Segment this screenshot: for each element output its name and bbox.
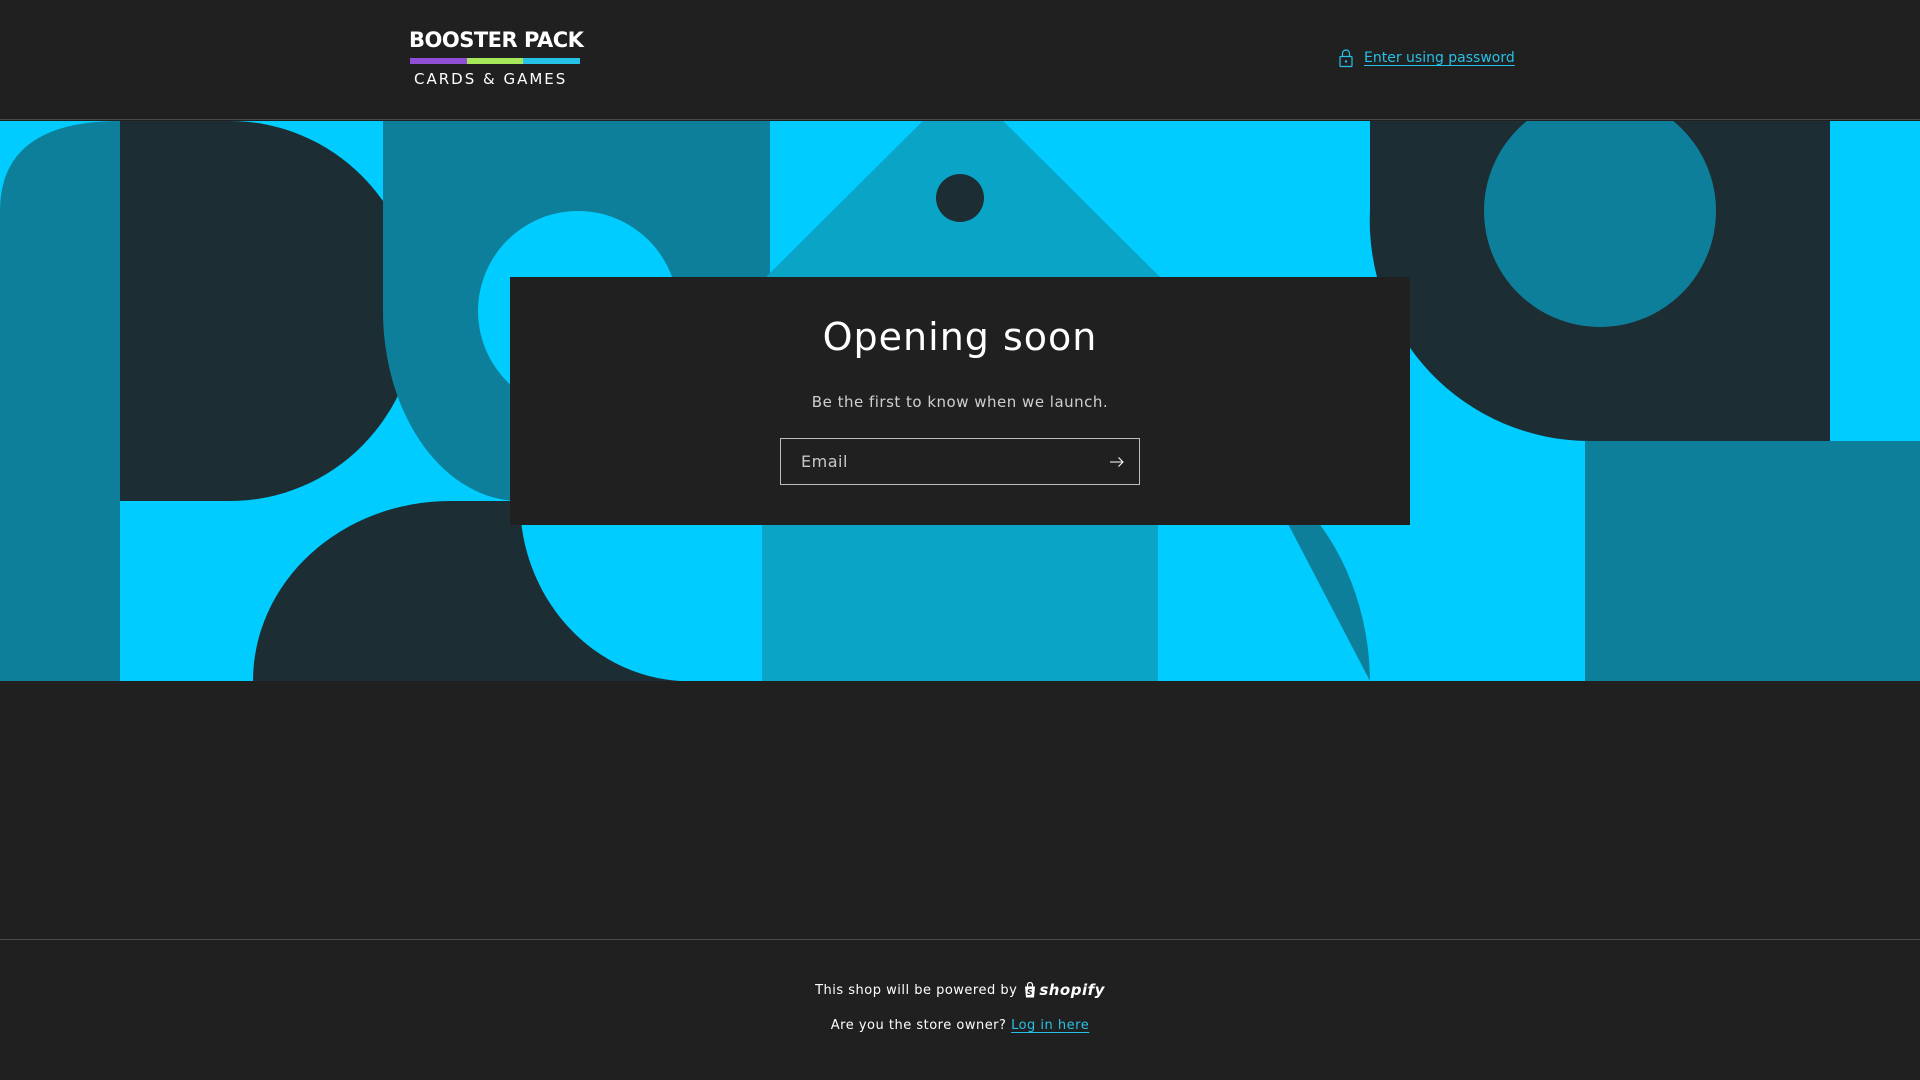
footer-divider [0, 939, 1920, 940]
subscribe-button[interactable] [1095, 439, 1139, 484]
banner-shape-right-rect [1585, 441, 1920, 681]
enter-using-password-link[interactable]: Enter using password [1338, 48, 1515, 68]
launch-subtitle: Be the first to know when we launch. [811, 393, 1109, 411]
opening-soon-card: Opening soon Be the first to know when w… [510, 277, 1410, 525]
email-input[interactable] [781, 439, 1101, 484]
logo-subtitle: CARDS & GAMES [414, 70, 568, 88]
page-title: Opening soon [822, 315, 1098, 359]
lock-icon [1339, 49, 1353, 68]
store-owner-question: Are you the store owner? [830, 1018, 1007, 1033]
shopify-wordmark: shopify [1039, 981, 1105, 999]
logo-title: BOOSTER PACK [409, 28, 584, 52]
powered-by-row: This shop will be powered by S shopify [0, 981, 1920, 999]
banner-shape-center-dot [936, 174, 984, 222]
powered-by-text: This shop will be powered by [815, 982, 1018, 998]
arrow-right-icon [1110, 456, 1124, 467]
shopify-bag-icon: S [1025, 982, 1036, 998]
store-owner-row: Are you the store owner? Log in here [0, 1018, 1920, 1033]
logo-stripe-purple [410, 58, 467, 64]
svg-text:S: S [1027, 988, 1033, 997]
logo-color-stripes [410, 58, 581, 64]
enter-using-password-label: Enter using password [1364, 50, 1515, 66]
newsletter-form [780, 438, 1140, 485]
site-header: BOOSTER PACK CARDS & GAMES Enter using p… [0, 0, 1920, 120]
log-in-link[interactable]: Log in here [1011, 1018, 1089, 1033]
logo-stripe-green [466, 58, 524, 64]
shopify-link[interactable]: S shopify [1023, 981, 1105, 999]
banner-shape-left-column [0, 121, 120, 681]
logo-stripe-blue [523, 58, 581, 64]
booster-pack-logo[interactable]: BOOSTER PACK CARDS & GAMES [409, 28, 584, 92]
